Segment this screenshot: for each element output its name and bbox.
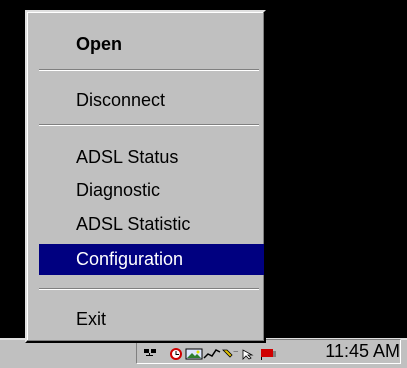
tool-icon[interactable]	[221, 348, 241, 360]
menu-item-configuration[interactable]: Configuration	[39, 244, 264, 275]
network-icon[interactable]	[143, 348, 167, 360]
menu-separator	[39, 124, 259, 126]
menu-item-diagnostic[interactable]: Diagnostic	[39, 175, 264, 206]
image-icon[interactable]	[185, 348, 203, 360]
menu-item-open[interactable]: Open	[39, 29, 264, 60]
arrow-icon[interactable]	[241, 348, 259, 360]
menu-item-exit[interactable]: Exit	[39, 304, 264, 335]
taskbar-clock[interactable]: 11:45 AM	[300, 341, 400, 361]
flag-icon[interactable]	[259, 348, 279, 360]
menu-separator	[39, 288, 259, 290]
screen: 11:45 AM Open Disconnect ADSL Status Dia…	[0, 0, 407, 368]
menu-item-disconnect[interactable]: Disconnect	[39, 85, 264, 116]
clock-icon[interactable]	[167, 348, 185, 360]
menu-separator	[39, 69, 259, 71]
menu-item-adsl-status[interactable]: ADSL Status	[39, 142, 264, 173]
graph-icon[interactable]	[203, 348, 221, 360]
context-menu: Open Disconnect ADSL Status Diagnostic A…	[25, 10, 266, 343]
menu-item-adsl-statistic[interactable]: ADSL Statistic	[39, 209, 264, 240]
